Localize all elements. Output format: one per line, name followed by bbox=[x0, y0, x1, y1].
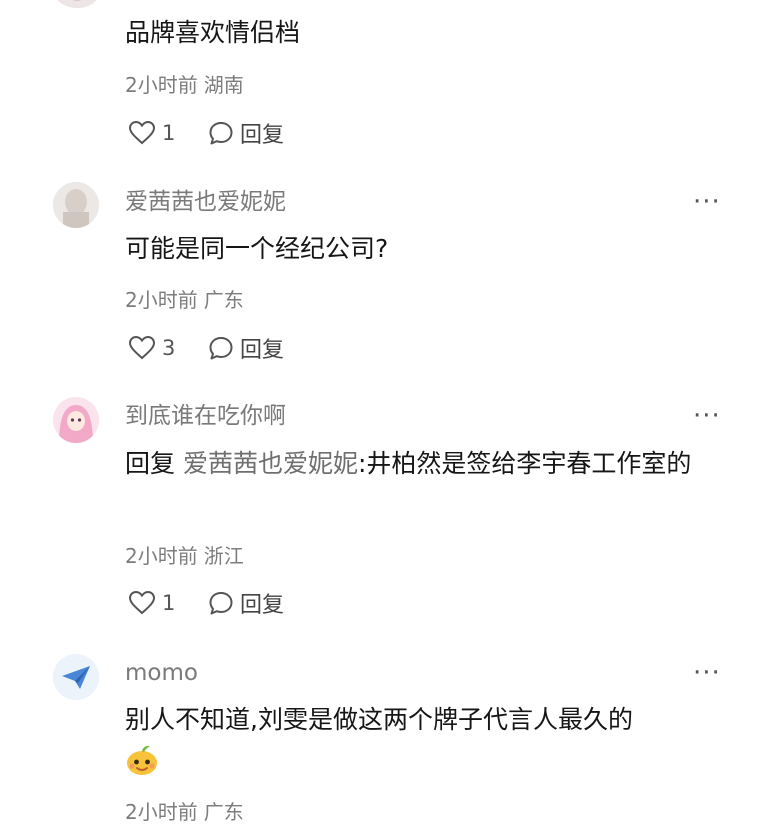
avatar[interactable] bbox=[53, 182, 99, 228]
comment-meta: 2小时前 浙江 bbox=[125, 543, 244, 569]
reply-prefix: 回复 bbox=[125, 449, 176, 478]
more-dots-icon[interactable]: ··· bbox=[693, 660, 721, 686]
reply-target-user[interactable]: 爱茜茜也爱妮妮 bbox=[183, 449, 358, 478]
more-dots-icon[interactable]: ··· bbox=[693, 403, 721, 429]
comment-meta: 2小时前 广东 bbox=[125, 287, 244, 313]
avatar[interactable] bbox=[53, 397, 99, 443]
comment-text: 品牌喜欢情侣档 bbox=[125, 18, 301, 47]
reply-label: 回复 bbox=[240, 123, 285, 148]
comment-actions: 3 回复 bbox=[128, 333, 284, 363]
comment-time: 2小时前 bbox=[125, 73, 198, 97]
like-button[interactable]: 1 bbox=[128, 590, 176, 616]
comment-time: 2小时前 bbox=[125, 288, 198, 312]
comment-meta: 2小时前 广东 bbox=[125, 799, 244, 825]
comment-actions: 1 回复 bbox=[128, 588, 284, 618]
avatar[interactable] bbox=[54, 0, 100, 8]
comment-actions: 1 回复 bbox=[128, 118, 284, 148]
comment-meta: 2小时前 湖南 bbox=[125, 72, 244, 98]
speech-bubble-icon bbox=[209, 592, 233, 615]
avatar[interactable] bbox=[53, 654, 99, 700]
comment-location: 浙江 bbox=[203, 544, 244, 568]
reply-button[interactable]: 回复 bbox=[208, 117, 284, 149]
heart-outline-icon bbox=[128, 590, 156, 615]
comment-time: 2小时前 bbox=[125, 544, 198, 568]
comment-text: 回复 爱茜茜也爱妮妮:井柏然是签给李宇春工作室的 bbox=[125, 445, 725, 483]
heart-outline-icon bbox=[128, 335, 156, 360]
speech-bubble-icon bbox=[209, 337, 233, 360]
like-count: 3 bbox=[162, 336, 176, 360]
comment-location: 广东 bbox=[203, 800, 244, 824]
reply-label: 回复 bbox=[240, 593, 285, 618]
comment-body: :井柏然是签给李宇春工作室的 bbox=[357, 449, 692, 478]
user-name[interactable]: 爱茜茜也爱妮妮 bbox=[125, 187, 286, 217]
user-name[interactable]: momo bbox=[125, 658, 198, 688]
speech-bubble-icon bbox=[209, 122, 233, 145]
comment-location: 广东 bbox=[203, 288, 244, 312]
comment-location: 湖南 bbox=[203, 73, 244, 97]
user-name[interactable]: 到底谁在吃你啊 bbox=[125, 401, 286, 431]
comment-time: 2小时前 bbox=[125, 800, 198, 824]
heart-outline-icon bbox=[128, 120, 156, 145]
like-count: 1 bbox=[162, 121, 176, 145]
reply-label: 回复 bbox=[240, 338, 285, 363]
like-button[interactable]: 3 bbox=[128, 335, 176, 361]
like-count: 1 bbox=[162, 591, 176, 615]
reply-button[interactable]: 回复 bbox=[208, 587, 284, 619]
comment-text: 别人不知道,刘雯是做这两个牌子代言人最久的 bbox=[125, 705, 633, 734]
like-button[interactable]: 1 bbox=[128, 120, 176, 146]
more-dots-icon[interactable]: ··· bbox=[693, 189, 721, 215]
reply-button[interactable]: 回复 bbox=[208, 332, 284, 364]
comment-text: 可能是同一个经纪公司? bbox=[125, 234, 389, 263]
mango-face-emoji bbox=[125, 744, 159, 776]
